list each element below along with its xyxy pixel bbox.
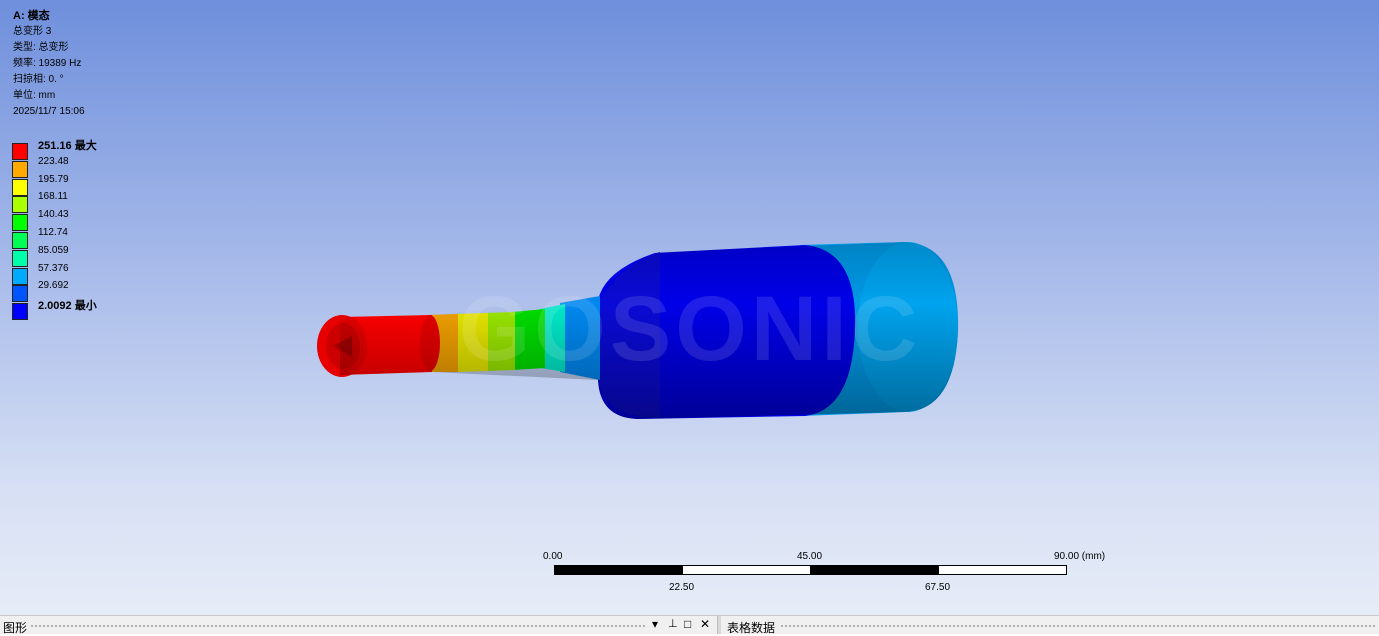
legend-swatch <box>12 249 28 267</box>
graphics-viewport[interactable]: GOSONIC A: 模态 总变形 3 类型: 总变形 频率: 19389 Hz… <box>0 0 1379 615</box>
scale-segment <box>938 565 1067 575</box>
scale-segment <box>682 565 811 575</box>
legend-swatch <box>12 143 28 160</box>
pane-grip[interactable] <box>780 624 1377 628</box>
analysis-title: A: 模态 <box>13 10 50 22</box>
deformed-model-view[interactable]: GOSONIC <box>0 0 1379 615</box>
scale-label-90: 90.00 (mm) <box>1054 551 1106 562</box>
legend-label: 29.692 <box>38 280 69 292</box>
pane-divider[interactable] <box>717 616 721 634</box>
legend-swatch <box>12 178 28 196</box>
chevron-down-icon[interactable]: ▾ <box>652 617 658 631</box>
legend-label: 140.43 <box>38 209 69 221</box>
close-icon[interactable]: ✕ <box>700 617 710 631</box>
result-frequency: 频率: 19389 Hz <box>13 58 82 69</box>
scale-label-45: 45.00 <box>797 551 823 562</box>
graphics-pane-tab[interactable]: 图形 <box>3 619 27 636</box>
legend-label: 2.0092 最小 <box>38 300 97 313</box>
result-name: 总变形 3 <box>13 26 52 37</box>
result-info-panel: A: 模态 总变形 3 类型: 总变形 频率: 19389 Hz 扫掠相: 0.… <box>13 8 85 120</box>
result-unit: 单位: mm <box>13 90 56 101</box>
scale-label-0: 0.00 <box>543 551 563 562</box>
legend-swatch <box>12 196 28 214</box>
watermark-text: GOSONIC <box>459 278 921 380</box>
legend-label: 223.48 <box>38 155 69 167</box>
legend-swatch <box>12 160 28 178</box>
legend-swatch <box>12 285 28 303</box>
legend-label: 251.16 最大 <box>38 140 97 152</box>
result-type: 类型: 总变形 <box>13 42 69 53</box>
result-sweep-phase: 扫掠相: 0. ° <box>13 74 64 85</box>
scale-label-67-5: 67.50 <box>925 582 951 593</box>
legend-label: 195.79 <box>38 173 69 185</box>
legend-label: 112.74 <box>38 227 68 238</box>
pane-grip[interactable] <box>30 624 645 628</box>
legend-label: 85.059 <box>38 244 69 256</box>
result-date: 2025/11/7 15:06 <box>13 106 85 117</box>
tabular-data-pane-tab[interactable]: 表格数据 <box>727 619 775 636</box>
legend-swatch <box>12 214 28 232</box>
legend-label: 57.376 <box>38 262 69 274</box>
legend-swatch <box>12 267 28 285</box>
legend-swatch <box>12 303 28 321</box>
legend-swatch <box>12 232 28 249</box>
legend-label: 168.11 <box>38 191 68 203</box>
scale-label-22-5: 22.50 <box>669 582 695 593</box>
restore-icon[interactable]: □ <box>684 617 691 631</box>
scale-bar: 0.00 45.00 90.00 (mm) 22.50 67.50 <box>540 548 1140 598</box>
scale-segment <box>554 565 683 575</box>
pin-icon[interactable]: ⊥ <box>668 617 678 630</box>
scale-segment <box>810 565 939 575</box>
bottom-pane-bar: 图形 ▾ ⊥ □ ✕ 表格数据 <box>0 615 1379 636</box>
